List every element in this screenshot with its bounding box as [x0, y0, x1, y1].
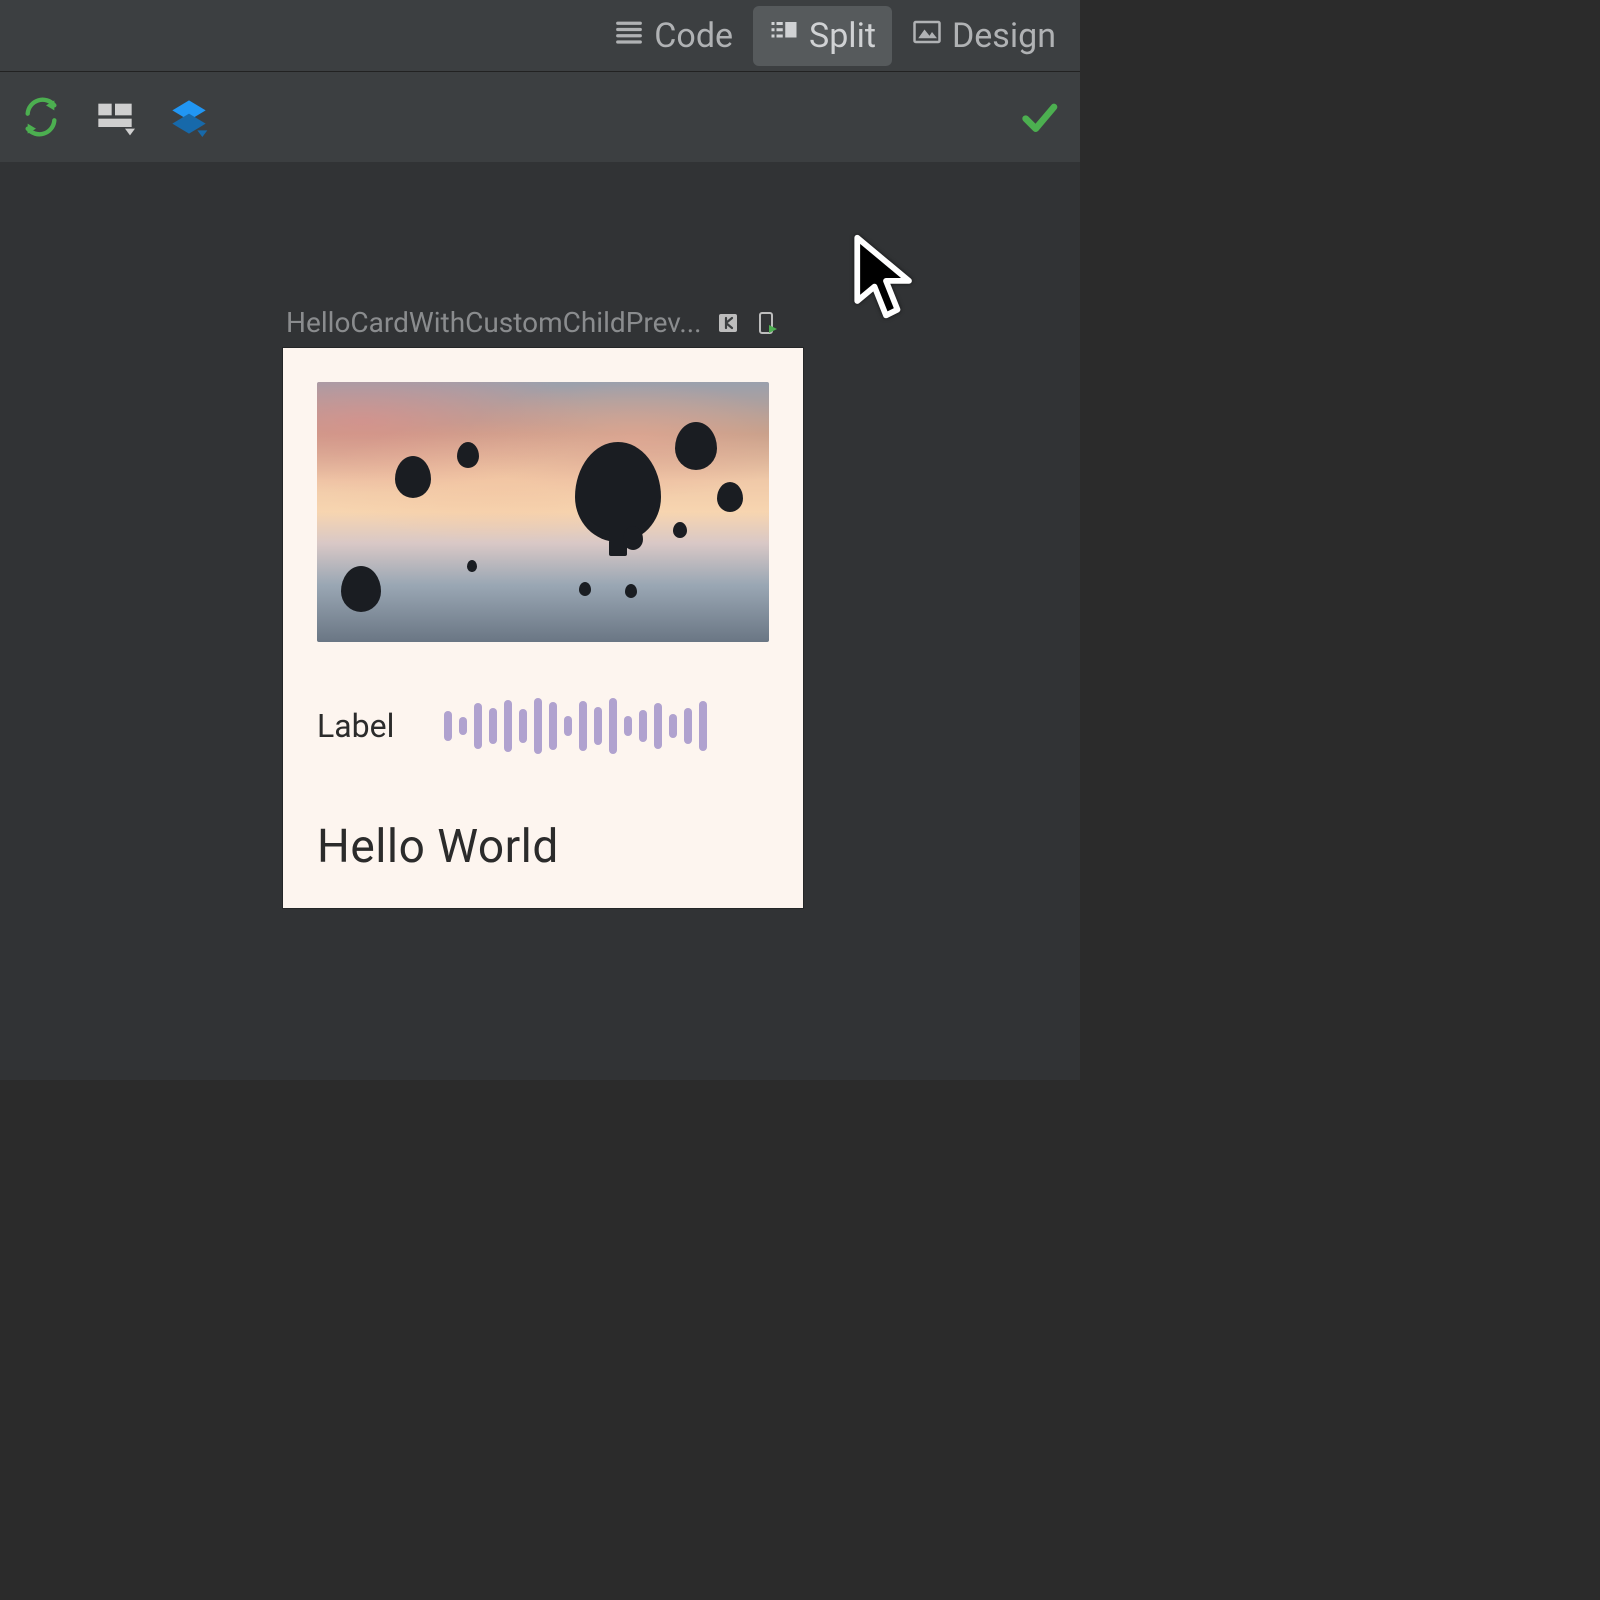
card-label: Label [317, 707, 394, 745]
preview-title: HelloCardWithCustomChildPrev... [286, 306, 702, 339]
refresh-button[interactable] [18, 94, 64, 140]
preview-toolbar [0, 72, 1080, 162]
preview-title-row: HelloCardWithCustomChildPrev... [286, 306, 806, 339]
status-ok-icon [1016, 94, 1062, 140]
lines-icon [614, 16, 644, 56]
image-icon [912, 16, 942, 56]
tab-split-label: Split [809, 16, 876, 56]
preview-card: Label Hello World [283, 348, 803, 908]
device-run-icon[interactable] [754, 311, 778, 335]
design-canvas[interactable]: HelloCardWithCustomChildPrev... Label He… [0, 162, 1080, 1080]
interactive-preview-icon[interactable] [716, 311, 740, 335]
layers-button[interactable] [166, 94, 212, 140]
cursor-icon [850, 232, 922, 324]
tab-code[interactable]: Code [598, 6, 749, 66]
waveform-icon [444, 694, 769, 758]
tab-split[interactable]: Split [753, 6, 892, 66]
tab-design[interactable]: Design [896, 6, 1072, 66]
view-mode-tabs: Code Split Design [0, 0, 1080, 72]
tab-design-label: Design [952, 16, 1056, 56]
split-icon [769, 16, 799, 56]
layout-button[interactable] [92, 94, 138, 140]
card-title: Hello World [317, 820, 769, 874]
tab-code-label: Code [654, 16, 733, 56]
card-image [317, 382, 769, 642]
